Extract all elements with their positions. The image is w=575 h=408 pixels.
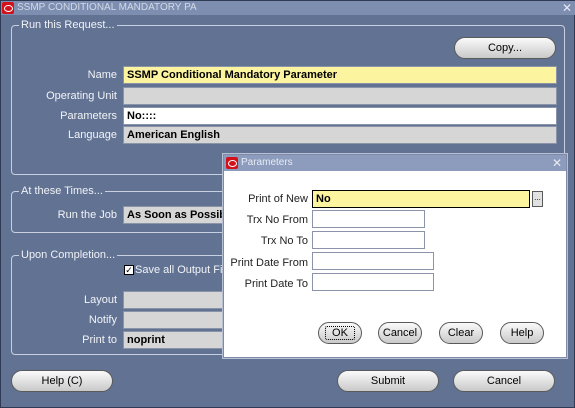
trx-no-from-label: Trx No From bbox=[246, 214, 308, 226]
trx-no-from-field[interactable] bbox=[312, 210, 425, 228]
trx-no-to-label: Trx No To bbox=[260, 235, 308, 247]
run-request-group-label: Run this Request... bbox=[19, 19, 117, 31]
save-output-checkbox[interactable]: ✓ bbox=[124, 265, 134, 275]
parameters-title: Parameters bbox=[241, 157, 293, 168]
parameters-titlebar[interactable]: Parameters ✕ bbox=[224, 155, 566, 171]
help-button[interactable]: Help (C) bbox=[11, 370, 113, 392]
upon-completion-group-label: Upon Completion... bbox=[19, 249, 118, 261]
parameters-field[interactable]: No:::: bbox=[123, 107, 557, 125]
copy-button[interactable]: Copy... bbox=[454, 37, 556, 59]
close-icon[interactable]: ✕ bbox=[562, 1, 572, 15]
at-times-group-label: At these Times... bbox=[19, 185, 105, 197]
run-job-label: Run the Job bbox=[57, 209, 117, 221]
parameters-dialog: Parameters ✕ Print of New No ... Trx No … bbox=[223, 154, 567, 358]
oracle-logo-icon bbox=[226, 157, 238, 169]
print-date-to-field[interactable] bbox=[312, 273, 434, 291]
cancel-button[interactable]: Cancel bbox=[453, 370, 555, 392]
submit-request-window: SSMP CONDITIONAL MANDATORY PA ✕ Run this… bbox=[0, 0, 575, 408]
window-title: SSMP CONDITIONAL MANDATORY PA bbox=[17, 2, 197, 13]
trx-no-to-field[interactable] bbox=[312, 231, 425, 249]
cancel-button[interactable]: Cancel bbox=[378, 322, 422, 344]
close-icon[interactable]: ✕ bbox=[552, 155, 562, 171]
print-to-label: Print to bbox=[82, 334, 117, 346]
save-output-label: Save all Output Fil bbox=[135, 264, 225, 276]
print-date-from-label: Print Date From bbox=[230, 257, 308, 269]
oracle-logo-icon bbox=[2, 2, 14, 14]
language-label: Language bbox=[68, 129, 117, 141]
ok-button-label: OK bbox=[325, 326, 355, 340]
name-field[interactable]: SSMP Conditional Mandatory Parameter bbox=[123, 66, 557, 84]
help-button[interactable]: Help bbox=[500, 322, 544, 344]
language-field[interactable]: American English bbox=[123, 126, 557, 144]
operating-unit-field[interactable] bbox=[123, 87, 557, 105]
parameters-label: Parameters bbox=[60, 110, 117, 122]
print-of-new-field[interactable]: No bbox=[312, 190, 530, 208]
clear-button[interactable]: Clear bbox=[439, 322, 483, 344]
layout-label: Layout bbox=[83, 294, 117, 306]
print-date-to-label: Print Date To bbox=[244, 278, 308, 290]
print-to-field[interactable]: noprint bbox=[123, 331, 233, 349]
operating-unit-label: Operating Unit bbox=[46, 90, 117, 102]
print-date-from-field[interactable] bbox=[312, 252, 434, 270]
notify-field[interactable] bbox=[123, 311, 233, 329]
list-of-values-button[interactable]: ... bbox=[532, 191, 543, 207]
run-job-field[interactable]: As Soon as Possible bbox=[123, 206, 233, 224]
name-label: Name bbox=[87, 69, 117, 81]
ok-button[interactable]: OK bbox=[318, 322, 362, 344]
print-of-new-label: Print of New bbox=[248, 193, 308, 205]
submit-button[interactable]: Submit bbox=[337, 370, 439, 392]
window-titlebar[interactable]: SSMP CONDITIONAL MANDATORY PA ✕ bbox=[1, 1, 575, 15]
layout-field[interactable] bbox=[123, 291, 233, 309]
notify-label: Notify bbox=[88, 314, 117, 326]
